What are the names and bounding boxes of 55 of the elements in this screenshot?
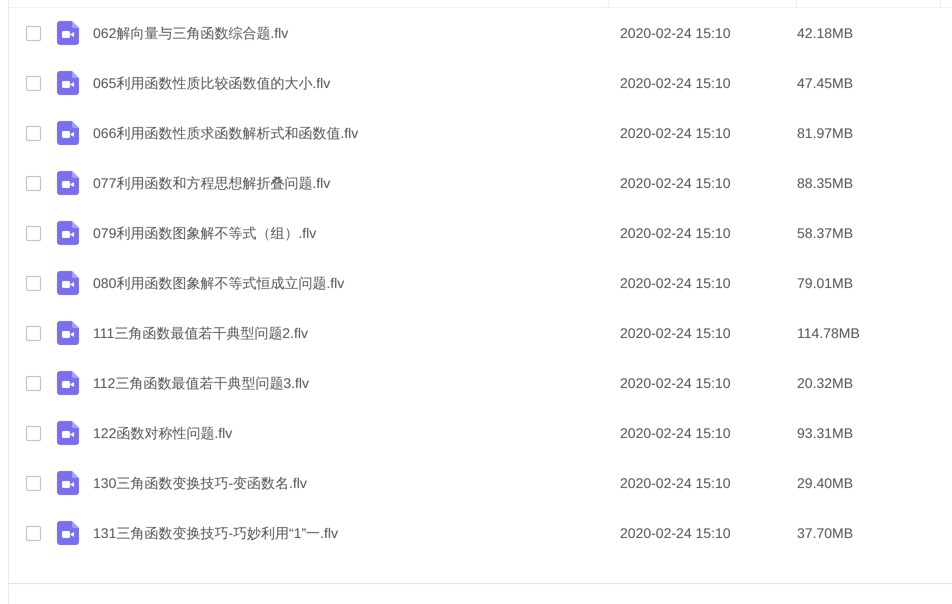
modified-date: 2020-02-24 15:10 [620, 374, 732, 392]
file-size: 29.40MB [797, 474, 854, 492]
file-size: 37.70MB [797, 524, 854, 542]
video-file-icon [57, 421, 79, 445]
checkbox[interactable] [26, 326, 41, 340]
modified-date: 2020-02-24 15:10 [620, 274, 732, 292]
file-size: 47.45MB [797, 74, 854, 92]
checkbox[interactable] [26, 226, 41, 240]
file-size: 20.32MB [797, 374, 854, 392]
modified-date: 2020-02-24 15:10 [620, 324, 732, 342]
file-name[interactable]: 077利用函数和方程思想解折叠问题.flv [93, 172, 330, 194]
file-name[interactable]: 066利用函数性质求函数解析式和函数值.flv [93, 122, 358, 144]
video-file-icon [57, 321, 79, 345]
checkbox[interactable] [26, 276, 41, 290]
checkbox[interactable] [26, 26, 41, 40]
checkbox[interactable] [26, 426, 41, 440]
video-file-icon [57, 471, 79, 495]
modified-date: 2020-02-24 15:10 [620, 174, 732, 192]
checkbox[interactable] [26, 126, 41, 140]
checkbox[interactable] [26, 526, 41, 540]
video-file-icon [57, 121, 79, 145]
file-name[interactable]: 062解向量与三角函数综合题.flv [93, 22, 288, 44]
file-size: 114.78MB [797, 324, 860, 342]
file-name[interactable]: 079利用函数图象解不等式（组）.flv [93, 222, 316, 244]
video-file-icon [57, 21, 79, 45]
file-name[interactable]: 131三角函数变换技巧-巧妙利用“1”一.flv [93, 522, 338, 544]
modified-date: 2020-02-24 15:10 [620, 224, 732, 242]
checkbox[interactable] [26, 476, 41, 490]
file-name[interactable]: 111三角函数最值若干典型问题2.flv [93, 322, 308, 344]
file-size: 42.18MB [797, 24, 854, 42]
modified-date: 2020-02-24 15:10 [620, 524, 732, 542]
checkbox[interactable] [26, 376, 41, 390]
checkbox[interactable] [26, 176, 41, 190]
file-name[interactable]: 112三角函数最值若干典型问题3.flv [93, 372, 309, 394]
file-size: 79.01MB [797, 274, 854, 292]
video-file-icon [57, 71, 79, 95]
file-size: 58.37MB [797, 224, 854, 242]
video-file-icon [57, 371, 79, 395]
file-size: 88.35MB [797, 174, 854, 192]
file-size: 81.97MB [797, 124, 854, 142]
modified-date: 2020-02-24 15:10 [620, 74, 732, 92]
file-name[interactable]: 080利用函数图象解不等式恒成立问题.flv [93, 272, 344, 294]
file-size: 93.31MB [797, 424, 854, 442]
file-name[interactable]: 122函数对称性问题.flv [93, 422, 232, 444]
file-name[interactable]: 065利用函数性质比较函数值的大小.flv [93, 72, 330, 94]
modified-date: 2020-02-24 15:10 [620, 474, 732, 492]
checkbox[interactable] [26, 76, 41, 90]
modified-date: 2020-02-24 15:10 [620, 424, 732, 442]
modified-date: 2020-02-24 15:10 [620, 124, 732, 142]
video-file-icon [57, 221, 79, 245]
file-name[interactable]: 130三角函数变换技巧-变函数名.flv [93, 472, 307, 494]
modified-date: 2020-02-24 15:10 [620, 24, 732, 42]
video-file-icon [57, 171, 79, 195]
video-file-icon [57, 271, 79, 295]
video-file-icon [57, 521, 79, 545]
